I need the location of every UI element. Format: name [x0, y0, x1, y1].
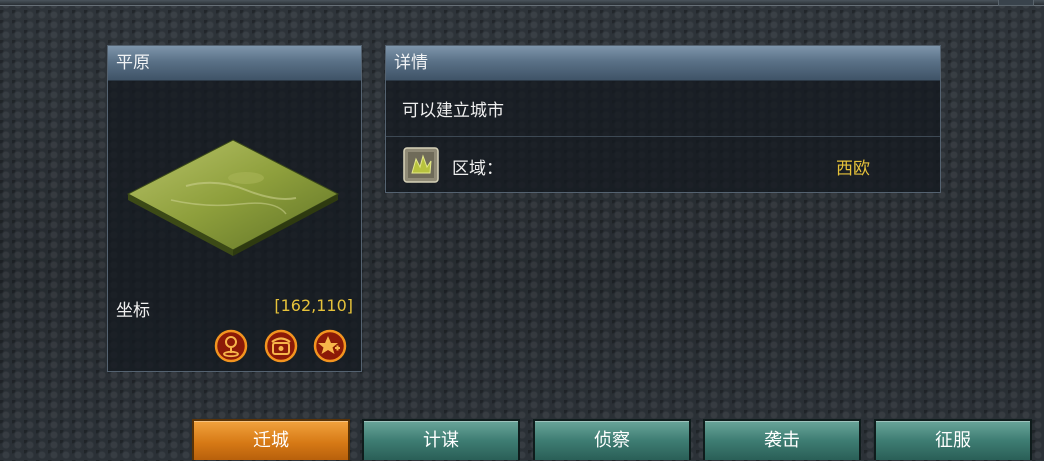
scout-button[interactable]: 侦察	[533, 419, 691, 460]
terrain-tile-image	[126, 139, 340, 256]
map-pin-icon[interactable]	[214, 329, 248, 363]
region-value: 西欧	[836, 159, 870, 179]
coordinate-value: [162,110]	[274, 296, 353, 315]
conquer-button[interactable]: 征服	[874, 419, 1032, 460]
raid-button[interactable]: 袭击	[703, 419, 861, 460]
tile-type-title: 平原	[108, 46, 361, 81]
star-icon[interactable]	[313, 329, 347, 363]
region-label: 区域：	[452, 159, 503, 179]
region-emblem-icon	[403, 147, 439, 183]
build-status-text: 可以建立城市	[402, 101, 504, 121]
coordinate-label: 坐标	[116, 301, 150, 321]
detail-title: 详情	[386, 46, 940, 81]
move-city-button[interactable]: 迁城	[192, 419, 350, 460]
scheme-button[interactable]: 计谋	[362, 419, 520, 460]
top-border	[0, 0, 1044, 6]
top-corner-tab	[998, 0, 1034, 6]
tile-info-panel: 平原 坐标 [162,110]	[107, 45, 362, 372]
detail-divider	[386, 136, 940, 137]
detail-panel: 详情 可以建立城市 区域： 西欧	[385, 45, 941, 193]
phone-icon[interactable]	[264, 329, 298, 363]
